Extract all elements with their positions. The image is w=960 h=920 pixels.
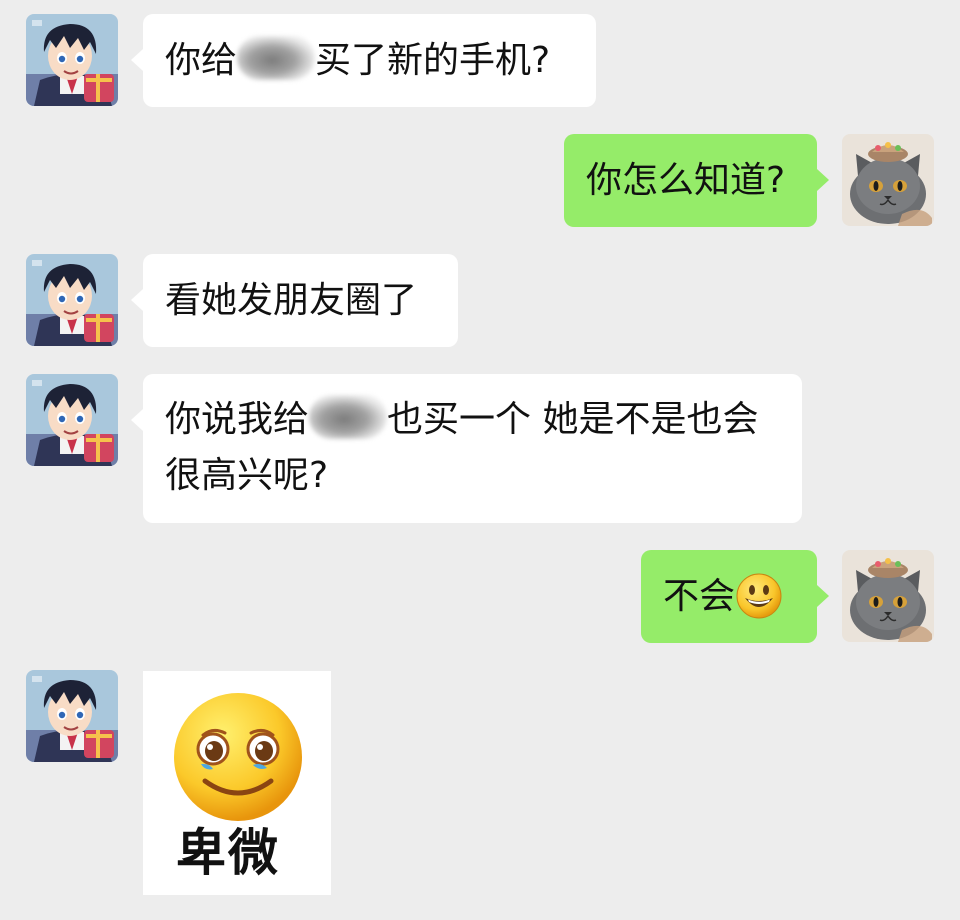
anime-boy-avatar-icon [26, 14, 118, 106]
message-text: 你给 [165, 40, 238, 81]
message-text: 你说我给 [165, 399, 310, 440]
gray-cat-avatar-icon [842, 134, 934, 226]
friend-avatar[interactable] [26, 254, 118, 346]
message-text: 也买一个 她是不是也会 [387, 399, 759, 440]
message-bubble-incoming[interactable]: 你给 买了新的手机? [131, 14, 596, 107]
smiling-face-emoji-icon [735, 572, 783, 620]
anime-boy-avatar-icon [26, 670, 118, 762]
message-text: 买了新的手机? [315, 40, 551, 81]
friend-avatar[interactable] [26, 670, 118, 762]
anime-boy-avatar-icon [26, 374, 118, 466]
sticker-caption: 卑微 [176, 824, 280, 882]
anime-boy-avatar-icon [26, 254, 118, 346]
sticker-message[interactable]: 卑微 [143, 671, 331, 895]
friend-avatar[interactable] [26, 374, 118, 466]
message-text: 看她发朋友圈了 [165, 280, 418, 321]
message-bubble-outgoing[interactable]: 你怎么知道? [564, 134, 829, 227]
gray-cat-avatar-icon [842, 550, 934, 642]
blurred-name [237, 36, 316, 80]
crying-smile-emoji-icon [174, 693, 302, 821]
message-bubble-outgoing[interactable]: 不会 [641, 550, 829, 643]
message-text: 你怎么知道? [586, 160, 786, 201]
my-avatar[interactable] [842, 550, 934, 642]
message-text: 很高兴呢? [165, 455, 329, 496]
friend-avatar[interactable] [26, 14, 118, 106]
message-text: 不会 [663, 576, 736, 617]
message-bubble-incoming[interactable]: 看她发朋友圈了 [131, 254, 458, 347]
blurred-name [309, 395, 388, 439]
message-bubble-incoming[interactable]: 你说我给 也买一个 她是不是也会 很高兴呢? [131, 374, 802, 523]
my-avatar[interactable] [842, 134, 934, 226]
